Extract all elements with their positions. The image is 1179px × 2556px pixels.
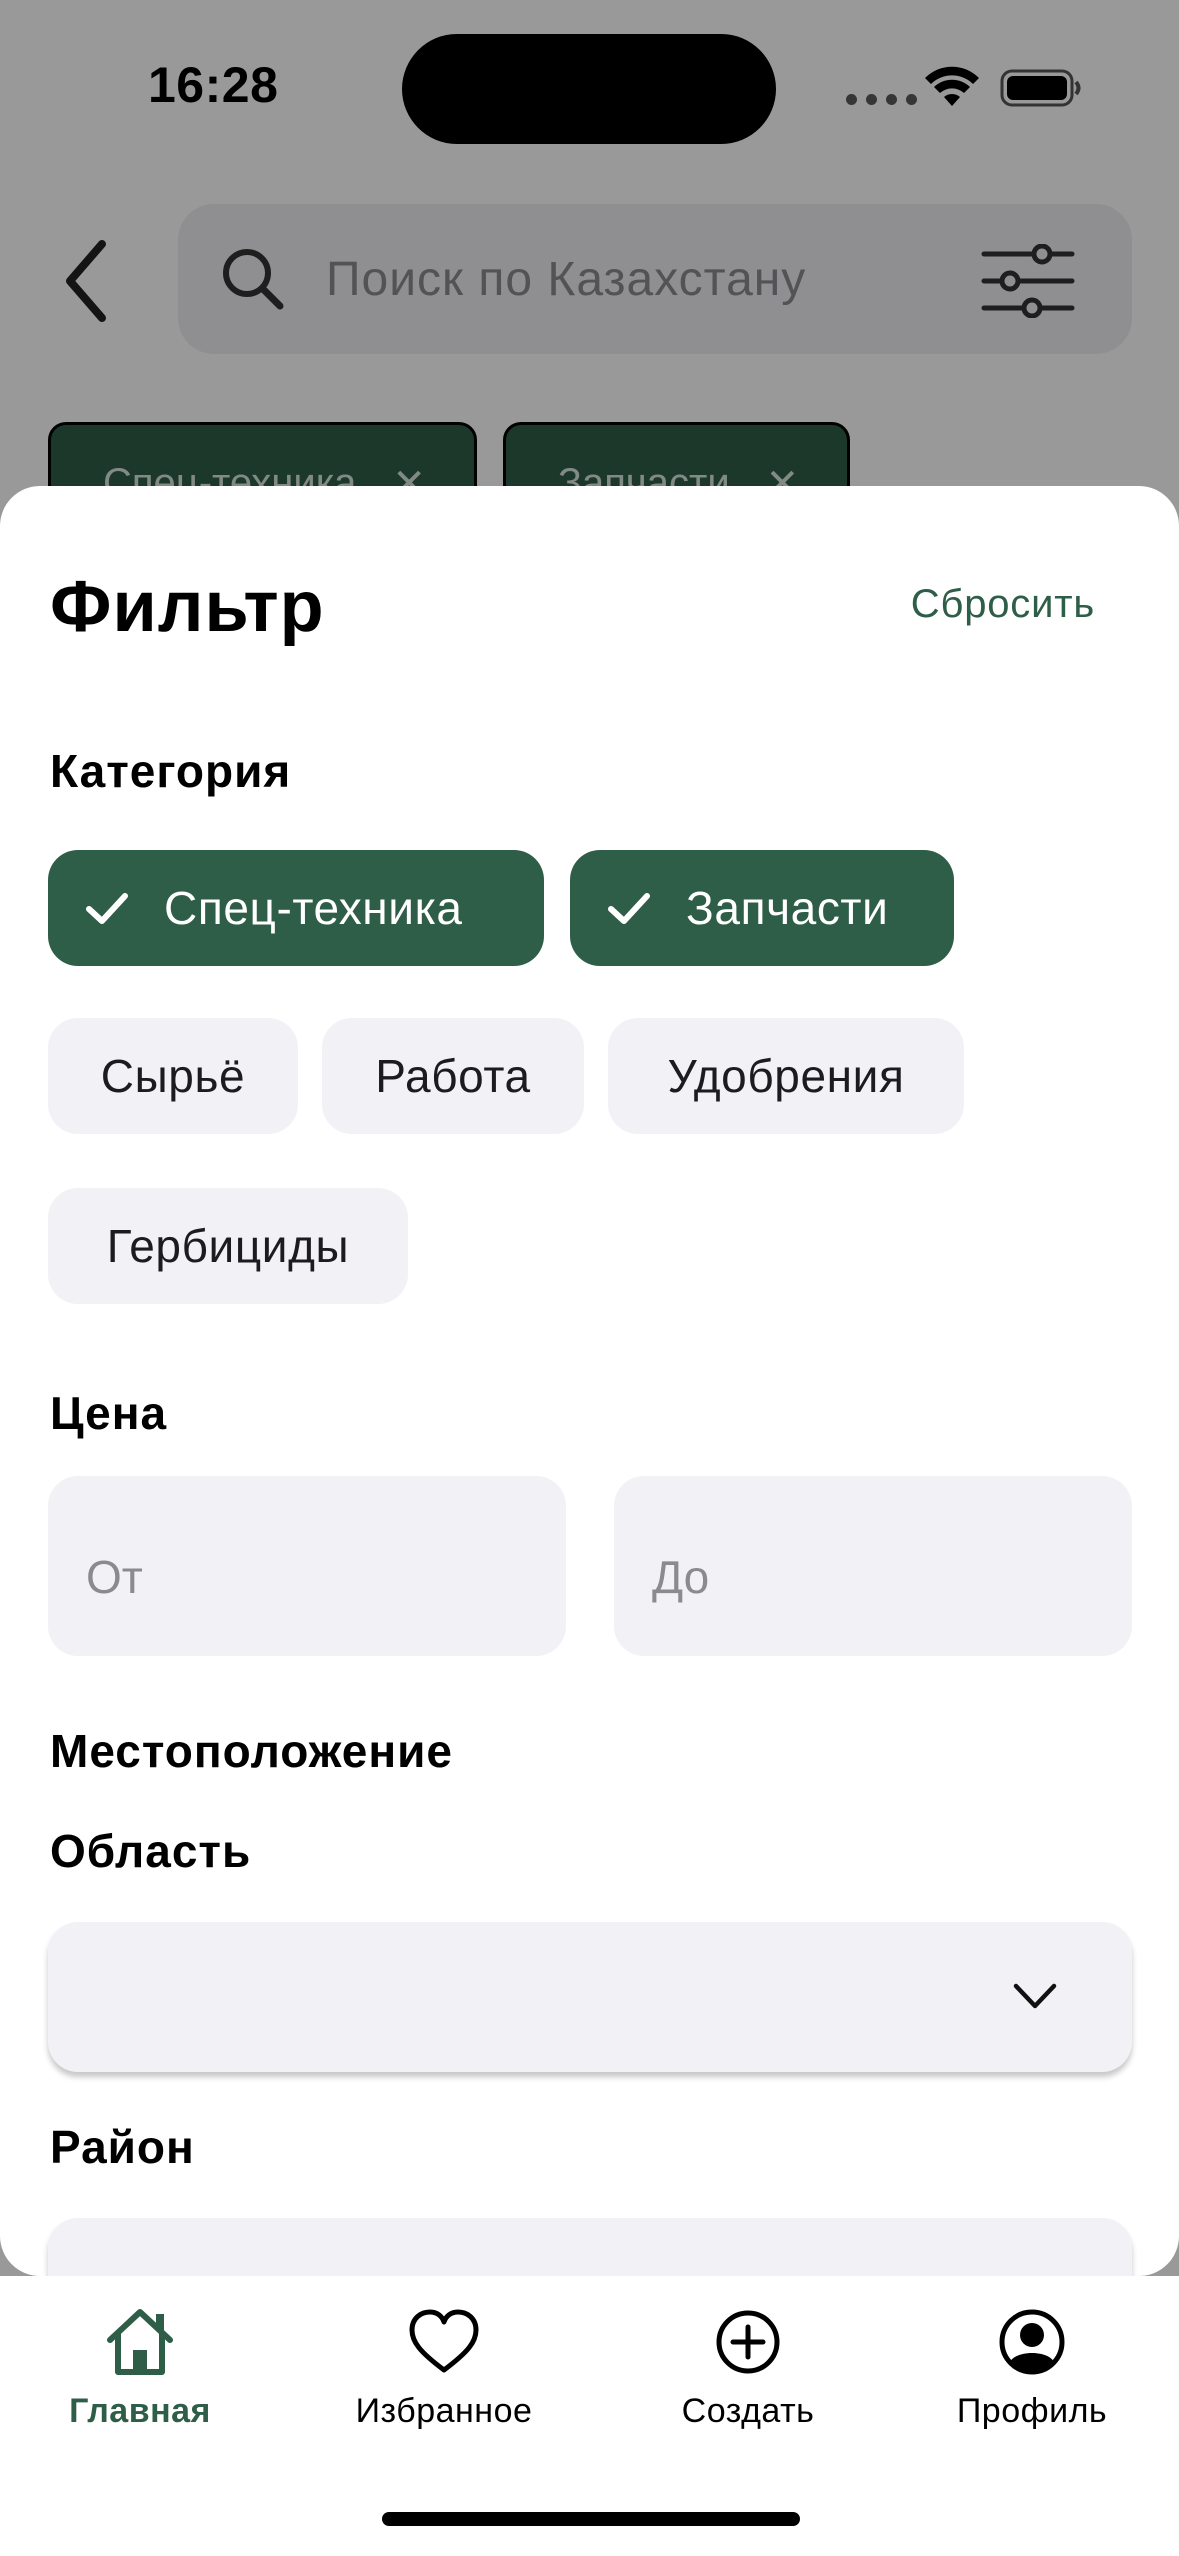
category-chip[interactable]: Удобрения [608, 1018, 964, 1134]
home-icon [107, 2309, 173, 2375]
price-from-placeholder: От [86, 1551, 143, 1603]
home-indicator [382, 2512, 800, 2526]
checkmark-icon [608, 893, 650, 924]
category-chip-selected[interactable]: Запчасти [570, 850, 954, 966]
region-label: Область [50, 1825, 252, 1877]
tab-home[interactable]: Главная [10, 2304, 270, 2431]
district-label: Район [50, 2121, 195, 2173]
tab-label: Создать [681, 2392, 815, 2430]
profile-icon [999, 2309, 1065, 2375]
location-label: Местоположение [50, 1725, 453, 1777]
checkmark-icon [86, 893, 128, 924]
tab-profile[interactable]: Профиль [902, 2304, 1162, 2431]
category-chip[interactable]: Гербициды [48, 1188, 408, 1304]
tab-label: Профиль [956, 2392, 1108, 2430]
category-chip-label: Работа [375, 1050, 531, 1102]
category-chip-selected[interactable]: Спец-техника [48, 850, 544, 966]
price-label: Цена [50, 1387, 168, 1439]
tab-label: Избранное [355, 2392, 533, 2430]
chevron-down-icon [1013, 1983, 1057, 2009]
filter-sheet: Фильтр Сбросить Категория Спец-техника З… [0, 486, 1179, 2276]
sheet-title: Фильтр [50, 567, 325, 647]
price-to-placeholder: До [652, 1551, 710, 1603]
category-chip-label: Запчасти [686, 882, 889, 934]
category-label: Категория [50, 745, 292, 797]
category-chip-label: Спец-техника [164, 882, 463, 934]
category-chip-label: Удобрения [667, 1050, 905, 1102]
price-from-field[interactable]: От [48, 1476, 566, 1656]
reset-button[interactable]: Сбросить [911, 582, 1095, 627]
tab-label: Главная [69, 2392, 211, 2430]
region-select[interactable] [48, 1922, 1132, 2072]
tab-create[interactable]: Создать [618, 2304, 878, 2431]
heart-icon [409, 2309, 479, 2373]
category-chip-label: Гербициды [106, 1220, 350, 1272]
category-chip[interactable]: Сырьё [48, 1018, 298, 1134]
category-chip[interactable]: Работа [322, 1018, 584, 1134]
price-to-field[interactable]: До [614, 1476, 1132, 1656]
district-select[interactable] [48, 2218, 1132, 2276]
tab-favorites[interactable]: Избранное [314, 2304, 574, 2431]
category-chip-label: Сырьё [100, 1050, 246, 1102]
plus-circle-icon [716, 2310, 780, 2374]
